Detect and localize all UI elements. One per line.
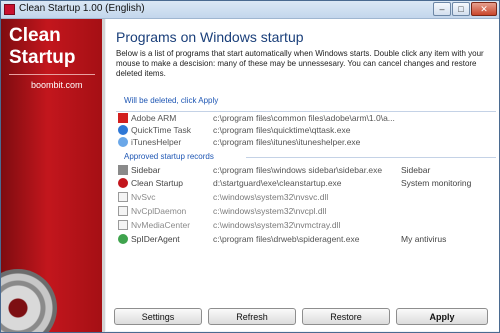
- brand-website: boombit.com: [31, 80, 83, 90]
- item-name: QuickTime Task: [131, 125, 191, 135]
- item-note: System monitoring: [401, 178, 472, 188]
- apply-button[interactable]: Apply: [396, 308, 488, 325]
- group-label-approved: Approved startup records: [124, 152, 214, 161]
- page-description: Below is a list of programs that start a…: [116, 49, 484, 78]
- group-label-deleted: Will be deleted, click Apply: [124, 96, 219, 105]
- sidebar-app-icon: [118, 165, 128, 175]
- item-name: Sidebar: [131, 165, 161, 175]
- brand-sidebar: Clean Startup boombit.com: [1, 19, 105, 332]
- item-path: c:\program files\common files\adobe\arm\…: [213, 113, 395, 123]
- group-divider: [246, 157, 496, 158]
- brand-name-line1: Clean: [9, 25, 61, 46]
- clean-startup-icon: [118, 178, 128, 188]
- app-window: Clean Startup 1.00 (English) – □ ✕ Clean…: [0, 0, 500, 333]
- item-path: d:\startguard\exe\cleanstartup.exe: [213, 178, 342, 188]
- list-item[interactable]: Sidebar c:\program files\windows sidebar…: [116, 164, 496, 176]
- refresh-button[interactable]: Refresh: [208, 308, 296, 325]
- item-path: c:\program files\drweb\spideragent.exe: [213, 234, 360, 244]
- spider-icon: [118, 234, 128, 244]
- file-icon: [118, 220, 128, 230]
- restore-button[interactable]: Restore: [302, 308, 390, 325]
- list-item[interactable]: iTunesHelper c:\program files\itunes\itu…: [116, 136, 496, 148]
- file-icon: [118, 206, 128, 216]
- item-path: c:\program files\itunes\ituneshelper.exe: [213, 137, 361, 147]
- item-path: c:\windows\system32\nvsvc.dll: [213, 192, 329, 202]
- item-path: c:\windows\system32\nvcpl.dll: [213, 206, 327, 216]
- item-note: Sidebar: [401, 165, 431, 175]
- list-item[interactable]: Clean Startup d:\startguard\exe\cleansta…: [116, 177, 496, 189]
- item-path: c:\program files\windows sidebar\sidebar…: [213, 165, 383, 175]
- brand-name-line2: Startup: [9, 47, 76, 68]
- list-item[interactable]: NvCplDaemon c:\windows\system32\nvcpl.dl…: [116, 205, 496, 217]
- itunes-icon: [118, 137, 128, 147]
- item-name: Adobe ARM: [131, 113, 177, 123]
- brand-divider: [9, 74, 95, 75]
- item-name: NvMediaCenter: [131, 220, 191, 230]
- minimize-button[interactable]: –: [433, 2, 451, 16]
- gear-icon: [1, 269, 57, 332]
- button-bar: Settings Refresh Restore Apply: [106, 302, 499, 331]
- item-path: c:\program files\quicktime\qttask.exe: [213, 125, 351, 135]
- app-icon: [4, 4, 15, 15]
- list-item[interactable]: QuickTime Task c:\program files\quicktim…: [116, 124, 496, 136]
- list-item[interactable]: Adobe ARM c:\program files\common files\…: [116, 112, 496, 124]
- title-bar[interactable]: Clean Startup 1.00 (English) – □ ✕: [1, 1, 499, 19]
- file-icon: [118, 192, 128, 202]
- item-name: iTunesHelper: [131, 137, 182, 147]
- adobe-icon: [118, 113, 128, 123]
- item-note: My antivirus: [401, 234, 447, 244]
- page-title: Programs on Windows startup: [116, 29, 304, 45]
- window-title: Clean Startup 1.00 (English): [19, 3, 145, 14]
- item-name: NvSvc: [131, 192, 156, 202]
- item-name: SpIDerAgent: [131, 234, 180, 244]
- close-button[interactable]: ✕: [471, 2, 497, 16]
- main-panel: Programs on Windows startup Below is a l…: [106, 19, 499, 331]
- list-item[interactable]: NvMediaCenter c:\windows\system32\nvmctr…: [116, 219, 496, 231]
- item-path: c:\windows\system32\nvmctray.dll: [213, 220, 341, 230]
- quicktime-icon: [118, 125, 128, 135]
- settings-button[interactable]: Settings: [114, 308, 202, 325]
- maximize-button[interactable]: □: [452, 2, 470, 16]
- item-name: NvCplDaemon: [131, 206, 187, 216]
- item-name: Clean Startup: [131, 178, 183, 188]
- list-item[interactable]: SpIDerAgent c:\program files\drweb\spide…: [116, 233, 496, 245]
- list-item[interactable]: NvSvc c:\windows\system32\nvsvc.dll: [116, 191, 496, 203]
